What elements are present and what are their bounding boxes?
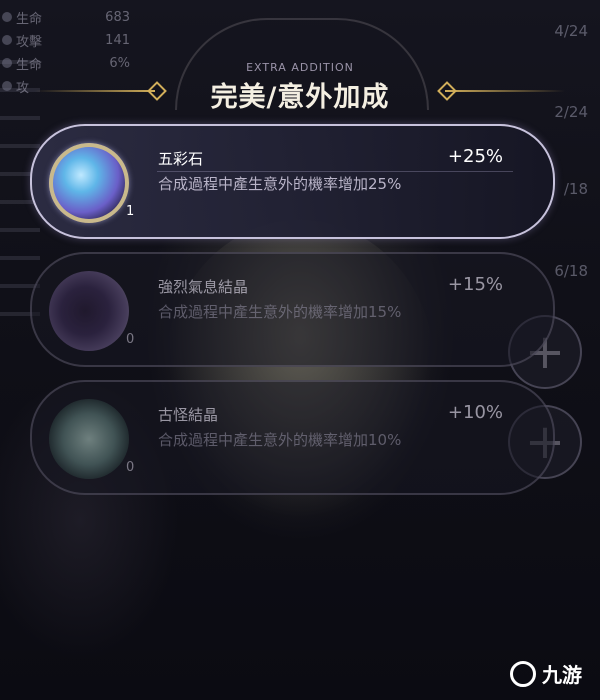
slot-counter: 6/18 <box>554 262 588 280</box>
section-subtitle: EXTRA ADDITION <box>246 61 354 74</box>
item-bonus: +15% <box>447 274 503 295</box>
item-count: 0 <box>126 460 135 475</box>
stat-icon <box>2 35 12 45</box>
item-bonus: +10% <box>447 402 503 423</box>
stat-icon <box>2 12 12 22</box>
item-count: 1 <box>126 204 135 219</box>
bonus-item-card[interactable]: 0 古怪結晶 +10% 合成過程中產生意外的機率增加10% <box>30 380 555 495</box>
bonus-item-card[interactable]: 1 五彩石 +25% 合成過程中產生意外的機率增加25% <box>30 124 555 239</box>
watermark: 九游 <box>510 659 582 688</box>
item-bonus: +25% <box>447 146 503 167</box>
section-title: 完美/意外加成 <box>210 82 390 113</box>
bonus-item-card[interactable]: 0 強烈氣息結晶 +15% 合成過程中產生意外的機率增加15% <box>30 252 555 367</box>
item-count: 0 <box>126 332 135 347</box>
item-description: 合成過程中產生意外的機率增加15% <box>158 303 402 321</box>
watermark-text: 九游 <box>542 663 582 687</box>
slot-counter: 4/24 <box>554 22 588 40</box>
item-description: 合成過程中產生意外的機率增加25% <box>158 175 402 193</box>
ornament-line-right <box>445 90 565 92</box>
item-name: 強烈氣息結晶 <box>158 278 249 296</box>
card-divider <box>157 171 513 172</box>
item-name: 古怪結晶 <box>158 406 219 424</box>
stat-row: 生命 683 <box>0 6 130 29</box>
stat-value: 683 <box>105 10 130 25</box>
stat-row: 攻擊 141 <box>0 29 130 52</box>
watermark-logo-icon <box>510 660 536 687</box>
strange-crystal-icon <box>49 399 129 479</box>
rainbow-stone-icon <box>49 143 129 223</box>
slot-counter: /18 <box>563 180 588 198</box>
item-description: 合成過程中產生意外的機率增加10% <box>158 431 402 449</box>
stat-value: 141 <box>105 33 130 48</box>
fierce-crystal-icon <box>49 271 129 351</box>
item-name: 五彩石 <box>158 150 204 168</box>
